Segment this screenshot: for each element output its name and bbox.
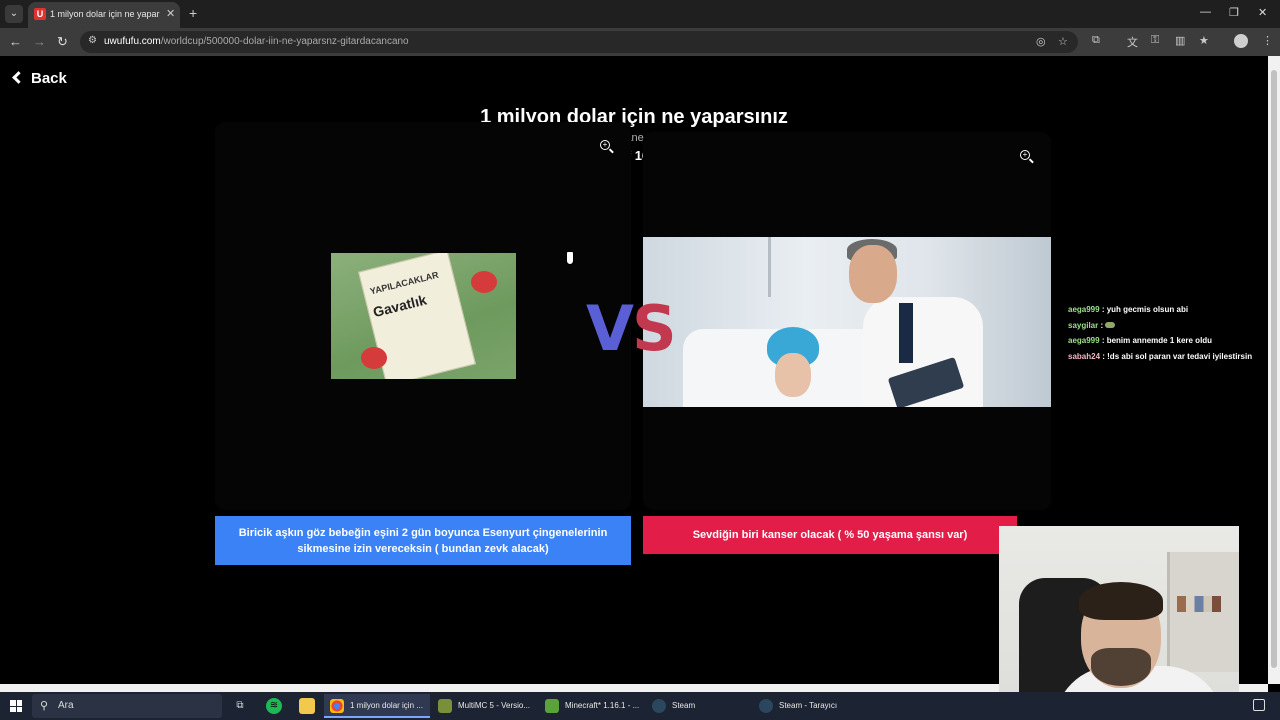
task-label: 1 milyon dolar için ... <box>350 701 423 710</box>
reload-icon[interactable]: ↻ <box>57 34 68 50</box>
streamer-hair <box>1079 582 1163 620</box>
page-title: 1 milyon dolar için ne yaparsınız <box>480 106 788 128</box>
tab-title: 1 milyon dolar için ne yaparsınız <box>50 9 160 19</box>
search-icon: ⚲ <box>40 700 49 712</box>
restore-button[interactable]: ❐ <box>1229 6 1239 19</box>
minecraft-icon <box>545 699 559 713</box>
url-path: /worldcup/500000-dolar-iin-ne-yaparsnz-g… <box>160 36 409 47</box>
bookmark-star-icon[interactable]: ☆ <box>1058 35 1068 48</box>
webcam-overlay <box>999 526 1239 720</box>
url-domain: uwufufu.com <box>104 36 161 47</box>
streamer-beard <box>1091 648 1151 686</box>
doctor-tie <box>899 303 913 363</box>
windows-start-icon[interactable] <box>10 700 22 712</box>
vertical-scrollbar[interactable] <box>1268 56 1280 684</box>
taskbar-item-chrome[interactable]: 1 milyon dolar için ... <box>324 694 430 718</box>
chat-message: benim annemde 1 kere oldu <box>1106 336 1213 345</box>
taskbar-item-steam-browser[interactable]: Steam - Tarayıcı <box>753 694 857 718</box>
browser-tabbar: ⌄ U 1 milyon dolar için ne yaparsınız ✕ … <box>0 0 1280 28</box>
chat-line: aega999 : yuh gecmis olsun abi <box>1068 305 1189 314</box>
browser-toolbar: ← → ↻ ⚙ uwufufu.com/worldcup/500000-dola… <box>0 28 1280 56</box>
page-subtitle: Götünden vaz geçmek için bahane arayan e… <box>474 132 794 144</box>
choice-left-button[interactable]: Biricik aşkın göz bebeğin eşini 2 gün bo… <box>215 516 631 565</box>
windows-taskbar: ⚲ Ara ⧉ ≋ 1 milyon dolar için ... MultiM… <box>0 692 1280 720</box>
back-button[interactable]: Back <box>12 70 67 87</box>
iv-pole <box>768 237 771 297</box>
translate-icon[interactable]: 文 <box>1127 34 1138 50</box>
tab-search-button[interactable]: ⌄ <box>5 5 23 23</box>
menu-kebab-icon[interactable]: ⋮ <box>1262 34 1273 47</box>
todo-list-header: YAPILACAKLAR <box>368 269 440 297</box>
vs-label: VS <box>586 292 677 365</box>
browser-tab-active[interactable]: U 1 milyon dolar için ne yaparsınız ✕ <box>28 2 180 28</box>
profile-avatar[interactable] <box>1234 34 1248 48</box>
task-view-icon[interactable]: ⧉ <box>232 698 248 714</box>
taskbar-item-minecraft[interactable]: Minecraft* 1.16.1 - ... <box>539 694 643 718</box>
chat-username: saygilar <box>1068 320 1099 330</box>
extensions-icon[interactable]: ⧉ <box>1092 34 1100 47</box>
chat-message: !ds abi sol paran var tedavi iyilestirsi… <box>1107 351 1253 361</box>
taskbar-search[interactable]: ⚲ Ara <box>32 694 222 718</box>
forward-arrow-icon[interactable]: → <box>33 34 46 49</box>
new-tab-button[interactable]: + <box>189 5 197 21</box>
patient-face <box>775 353 811 397</box>
site-favicon: U <box>34 8 46 20</box>
task-label: Steam - Tarayıcı <box>779 701 838 710</box>
zoom-in-icon[interactable]: + <box>1020 150 1034 164</box>
shelf-books <box>1177 596 1221 612</box>
doctor-patient-image[interactable] <box>643 237 1051 407</box>
reading-mode-icon[interactable]: ▥ <box>1175 34 1185 47</box>
chat-emote-icon <box>1105 322 1116 329</box>
chat-line: sabah24 : !ds abi sol paran var tedavi i… <box>1068 351 1253 361</box>
task-label: MultiMC 5 - Versio... <box>458 701 531 710</box>
todo-list-item: Gavatlık <box>371 291 429 321</box>
back-arrow-icon[interactable]: ← <box>9 34 22 49</box>
hand-holding <box>361 347 387 369</box>
choice-right-button[interactable]: Sevdiğin biri kanser olacak ( % 50 yaşam… <box>643 516 1017 554</box>
address-bar[interactable]: ⚙ uwufufu.com/worldcup/500000-dolar-iin-… <box>80 31 1078 53</box>
back-label: Back <box>31 70 67 87</box>
site-info-icon[interactable]: ⚙ <box>88 35 97 46</box>
steam-icon <box>652 699 666 713</box>
vs-letter-v: V <box>586 292 634 365</box>
url-text: uwufufu.com/worldcup/500000-dolar-iin-ne… <box>104 36 409 47</box>
task-label: Steam <box>672 701 696 710</box>
stream-chat: aega999 : yuh gecmis olsun abi saygilar … <box>1068 305 1252 367</box>
mouse-cursor <box>566 251 574 265</box>
steam-icon <box>759 699 773 713</box>
doctor-head <box>849 245 897 303</box>
chat-message: yuh gecmis olsun abi <box>1106 305 1189 314</box>
chat-username: sabah24 <box>1068 351 1101 361</box>
round-indicator: Rounds of 16 Match 6 <box>566 148 702 163</box>
tab-close-icon[interactable]: ✕ <box>166 7 175 20</box>
chat-username: aega999 <box>1068 305 1100 314</box>
taskbar-item-multimc[interactable]: MultiMC 5 - Versio... <box>432 694 536 718</box>
close-window-button[interactable]: ✕ <box>1258 6 1267 19</box>
scrollbar-thumb[interactable] <box>1271 70 1277 668</box>
vs-letter-s: S <box>631 292 677 365</box>
password-key-icon[interactable]: ⚿ <box>1151 34 1159 47</box>
eye-off-icon[interactable]: ◎ <box>1036 35 1046 48</box>
search-placeholder: Ara <box>58 700 74 711</box>
chat-username: aega999 <box>1068 336 1100 345</box>
spotify-icon[interactable]: ≋ <box>266 698 282 714</box>
chevron-left-icon <box>12 71 25 84</box>
bookmarks-icon[interactable]: ★ <box>1199 34 1209 47</box>
multimc-icon <box>438 699 452 713</box>
chat-line: saygilar : <box>1068 321 1252 337</box>
minimize-button[interactable]: — <box>1200 6 1211 18</box>
zoom-in-icon[interactable]: + <box>600 140 614 154</box>
notification-center-icon[interactable] <box>1253 699 1265 711</box>
chat-line: aega999 : benim annemde 1 kere oldu <box>1068 336 1213 345</box>
taskbar-item-steam[interactable]: Steam <box>646 694 750 718</box>
background-shelf <box>1167 552 1239 672</box>
hand-drawing <box>471 271 497 293</box>
chrome-icon <box>330 699 344 713</box>
file-explorer-icon[interactable] <box>299 698 315 714</box>
meme-image[interactable]: YAPILACAKLAR Gavatlık <box>331 253 516 379</box>
task-label: Minecraft* 1.16.1 - ... <box>565 701 640 710</box>
